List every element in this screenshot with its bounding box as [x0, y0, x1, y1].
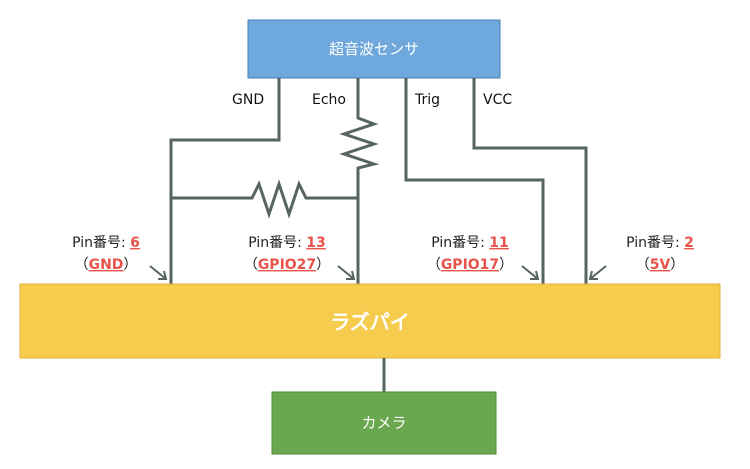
svg-text:（GND）: （GND）: [75, 257, 138, 273]
pin-name: GPIO17: [441, 257, 499, 273]
pin-name: GND: [89, 257, 124, 273]
pin-name: GPIO27: [258, 257, 316, 273]
pin-annotation-gnd: Pin番号: 6 （GND）: [72, 235, 168, 280]
board-label: ラズパイ: [330, 310, 410, 334]
svg-text:Pin番号: 13: Pin番号: 13: [248, 235, 326, 251]
pin-name: 5V: [650, 257, 671, 273]
wire-echo: [339, 78, 380, 284]
pin-arrow: [521, 265, 540, 280]
svg-text:（5V）: （5V）: [636, 257, 685, 273]
pin-number: 6: [130, 235, 140, 251]
wire-label-vcc: VCC: [483, 92, 512, 108]
pin-annotation-5v: Pin番号: 2 （5V）: [588, 235, 694, 280]
svg-text:（GPIO17）: （GPIO17）: [427, 257, 513, 273]
pin-number: 11: [489, 235, 508, 251]
pin-annotation-gpio27: Pin番号: 13 （GPIO27）: [244, 235, 356, 280]
sensor-label: 超音波センサ: [329, 40, 419, 58]
svg-text:Pin番号: 6: Pin番号: 6: [72, 235, 140, 251]
wire-label-gnd: GND: [232, 92, 264, 108]
svg-text:Pin番号: 2: Pin番号: 2: [626, 235, 694, 251]
pin-arrow: [588, 265, 607, 280]
resistor-divider: [171, 179, 358, 219]
pin-number: 2: [684, 235, 694, 251]
pin-number: 13: [306, 235, 325, 251]
pin-prefix: Pin番号:: [626, 235, 684, 251]
pin-prefix: Pin番号:: [72, 235, 130, 251]
pin-arrow: [337, 265, 356, 280]
wire-label-echo: Echo: [312, 92, 346, 108]
pin-prefix: Pin番号:: [248, 235, 306, 251]
pin-arrow: [149, 265, 168, 280]
pin-annotation-gpio17: Pin番号: 11 （GPIO17）: [427, 235, 540, 280]
wire-label-trig: Trig: [414, 92, 440, 108]
svg-text:Pin番号: 11: Pin番号: 11: [431, 235, 509, 251]
svg-text:（GPIO27）: （GPIO27）: [244, 257, 330, 273]
wiring-diagram: 超音波センサ GND Echo Trig VCC Pin番号: 6 （GND） …: [19, 19, 721, 455]
camera-label: カメラ: [361, 414, 406, 432]
wire-gnd: [169, 78, 281, 284]
pin-prefix: Pin番号:: [431, 235, 489, 251]
